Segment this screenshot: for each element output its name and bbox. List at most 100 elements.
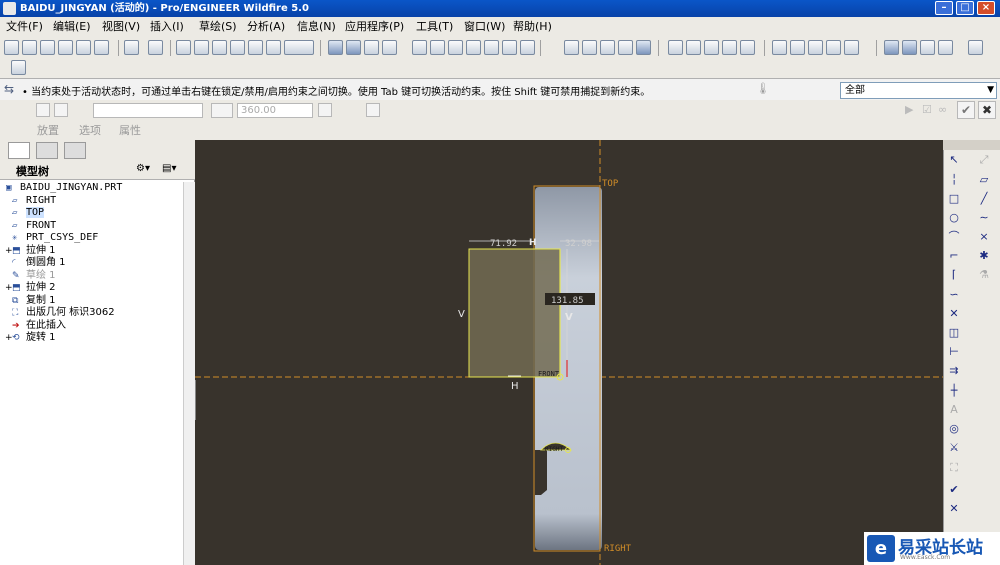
- menu-sketch[interactable]: 草绘(S): [199, 17, 237, 37]
- menu-edit[interactable]: 编辑(E): [53, 17, 91, 37]
- email-link-icon[interactable]: [94, 40, 109, 55]
- sketch-tool-3-icon[interactable]: [808, 40, 823, 55]
- expand-icon[interactable]: +: [5, 245, 13, 257]
- shading-icon[interactable]: [618, 40, 633, 55]
- panel-splitter[interactable]: [195, 380, 196, 420]
- tree-item[interactable]: + ⬒ 拉伸 1: [5, 245, 56, 257]
- tab-properties[interactable]: 属性: [119, 122, 141, 138]
- enhanced-realism-icon[interactable]: [636, 40, 651, 55]
- tree-item[interactable]: + ⟲ 旋转 1: [5, 332, 56, 344]
- constraint-display-icon[interactable]: [364, 40, 379, 55]
- point-csys-icon[interactable]: ✕: [948, 308, 960, 320]
- sketch-tool-1-icon[interactable]: [772, 40, 787, 55]
- sketch-tool-5-icon[interactable]: [844, 40, 859, 55]
- datum-planes-display-icon[interactable]: [668, 40, 683, 55]
- menu-analysis[interactable]: 分析(A): [247, 17, 285, 37]
- sketch-rectangle[interactable]: [468, 248, 561, 378]
- open-file-icon[interactable]: [22, 40, 37, 55]
- angle-type-icon[interactable]: [211, 103, 233, 118]
- vertex-display-icon[interactable]: [382, 40, 397, 55]
- sketch-tool-2-icon[interactable]: [790, 40, 805, 55]
- paste-icon[interactable]: [212, 40, 227, 55]
- use-edge-icon[interactable]: ◫: [948, 327, 960, 339]
- settings-icon[interactable]: ⚙▾: [136, 163, 150, 174]
- sketch-display-icon[interactable]: [328, 40, 343, 55]
- angle-input[interactable]: 360.00: [237, 103, 313, 118]
- reorient-icon[interactable]: [466, 40, 481, 55]
- spline-draw-icon[interactable]: ∽: [948, 289, 960, 301]
- menu-applications[interactable]: 应用程序(P): [345, 17, 404, 37]
- vertical-scrollbar[interactable]: [183, 182, 195, 565]
- solid-icon[interactable]: [36, 103, 50, 117]
- tree-item[interactable]: ◜ 倒圆角 1: [12, 257, 66, 269]
- thicken-icon[interactable]: [366, 103, 380, 117]
- pause-icon[interactable]: ▶: [905, 103, 913, 116]
- saved-views-icon[interactable]: [484, 40, 499, 55]
- annotation-display-icon[interactable]: [740, 40, 755, 55]
- new-file-icon[interactable]: [4, 40, 19, 55]
- section-reference-field[interactable]: [93, 103, 203, 118]
- close-button[interactable]: ×: [977, 1, 995, 15]
- graphics-window[interactable]: 71.92 32.98 131.85 V H V H TOP RIGHT FRO…: [195, 140, 943, 565]
- tree-item[interactable]: ✎ 草绘 1: [12, 270, 56, 282]
- layers-icon[interactable]: [502, 40, 517, 55]
- maximize-button[interactable]: □: [956, 1, 974, 15]
- datum-filter-1-icon[interactable]: [884, 40, 899, 55]
- coordinate-icon[interactable]: ✱: [978, 250, 990, 262]
- dimension-icon[interactable]: ⊢: [948, 346, 960, 358]
- text-icon[interactable]: A: [948, 404, 960, 416]
- tree-item[interactable]: ▣ BAIDU_JINGYAN.PRT: [6, 182, 122, 194]
- menu-help[interactable]: 帮助(H): [513, 17, 552, 37]
- point-icon[interactable]: ×: [978, 231, 990, 243]
- menu-file[interactable]: 文件(F): [6, 17, 43, 37]
- mirror-icon[interactable]: ⛶: [948, 462, 960, 474]
- constraint-vertical-right[interactable]: V: [565, 312, 573, 323]
- fillet-icon[interactable]: ⌐: [948, 250, 960, 262]
- tree-item[interactable]: ➔ 在此插入: [12, 320, 66, 332]
- select-alt-icon[interactable]: ⤢: [978, 154, 990, 166]
- parallelogram-icon[interactable]: ▱: [978, 174, 990, 186]
- zoom-in-icon[interactable]: [412, 40, 427, 55]
- copy-icon[interactable]: [194, 40, 209, 55]
- menu-window[interactable]: 窗口(W): [464, 17, 505, 37]
- datum-points-display-icon[interactable]: [704, 40, 719, 55]
- menu-insert[interactable]: 插入(I): [150, 17, 184, 37]
- tree-item[interactable]: ⧉ 复制 1: [12, 295, 56, 307]
- tab-placement[interactable]: 放置: [37, 122, 59, 138]
- tab-favorites[interactable]: [64, 142, 86, 159]
- tree-item[interactable]: ▱ FRONT: [12, 220, 56, 232]
- datum-label-right[interactable]: RIGHT: [604, 544, 632, 554]
- arc-icon[interactable]: ⌒: [948, 231, 960, 243]
- show-menu-icon[interactable]: ▤▾: [162, 163, 176, 174]
- email-icon[interactable]: [76, 40, 91, 55]
- expand-icon[interactable]: +: [5, 282, 13, 294]
- cancel-x-icon[interactable]: ✖: [978, 101, 996, 119]
- datum-label-top[interactable]: TOP: [602, 179, 619, 189]
- tree-item[interactable]: + ⬒ 拉伸 2: [5, 282, 56, 294]
- menu-tools[interactable]: 工具(T): [416, 17, 453, 37]
- trim-icon[interactable]: ⚔: [948, 442, 960, 454]
- tab-options[interactable]: 选项: [79, 122, 101, 138]
- slanted-line-icon[interactable]: ╱: [978, 193, 990, 205]
- print-icon[interactable]: [58, 40, 73, 55]
- tree-item[interactable]: ▱ RIGHT: [12, 195, 56, 207]
- tab-model-tree[interactable]: [8, 142, 30, 159]
- menu-view[interactable]: 视图(V): [102, 17, 140, 37]
- constraint-icon[interactable]: ┼: [948, 385, 960, 397]
- cut-icon[interactable]: [176, 40, 191, 55]
- csys-display-icon[interactable]: [722, 40, 737, 55]
- rectangle-icon[interactable]: □: [948, 193, 960, 205]
- datum-filter-3-icon[interactable]: [920, 40, 935, 55]
- redo-icon[interactable]: [148, 40, 163, 55]
- surface-icon[interactable]: [54, 103, 68, 117]
- tree-item[interactable]: ✳ PRT_CSYS_DEF: [12, 232, 98, 244]
- datum-axes-display-icon[interactable]: [686, 40, 701, 55]
- selection-filter-dropdown[interactable]: 全部 ▼: [840, 82, 997, 99]
- sketch-canvas[interactable]: 71.92 32.98 131.85 V H V H TOP RIGHT FRO…: [195, 140, 943, 565]
- analysis-icon[interactable]: [968, 40, 983, 55]
- chamfer-icon[interactable]: ⌈: [948, 269, 960, 281]
- context-help-icon[interactable]: [11, 60, 26, 75]
- glasses-icon[interactable]: ∞: [938, 103, 947, 116]
- constraint-horizontal-top[interactable]: H: [529, 238, 537, 248]
- constraint-horizontal-bottom[interactable]: H: [511, 381, 519, 392]
